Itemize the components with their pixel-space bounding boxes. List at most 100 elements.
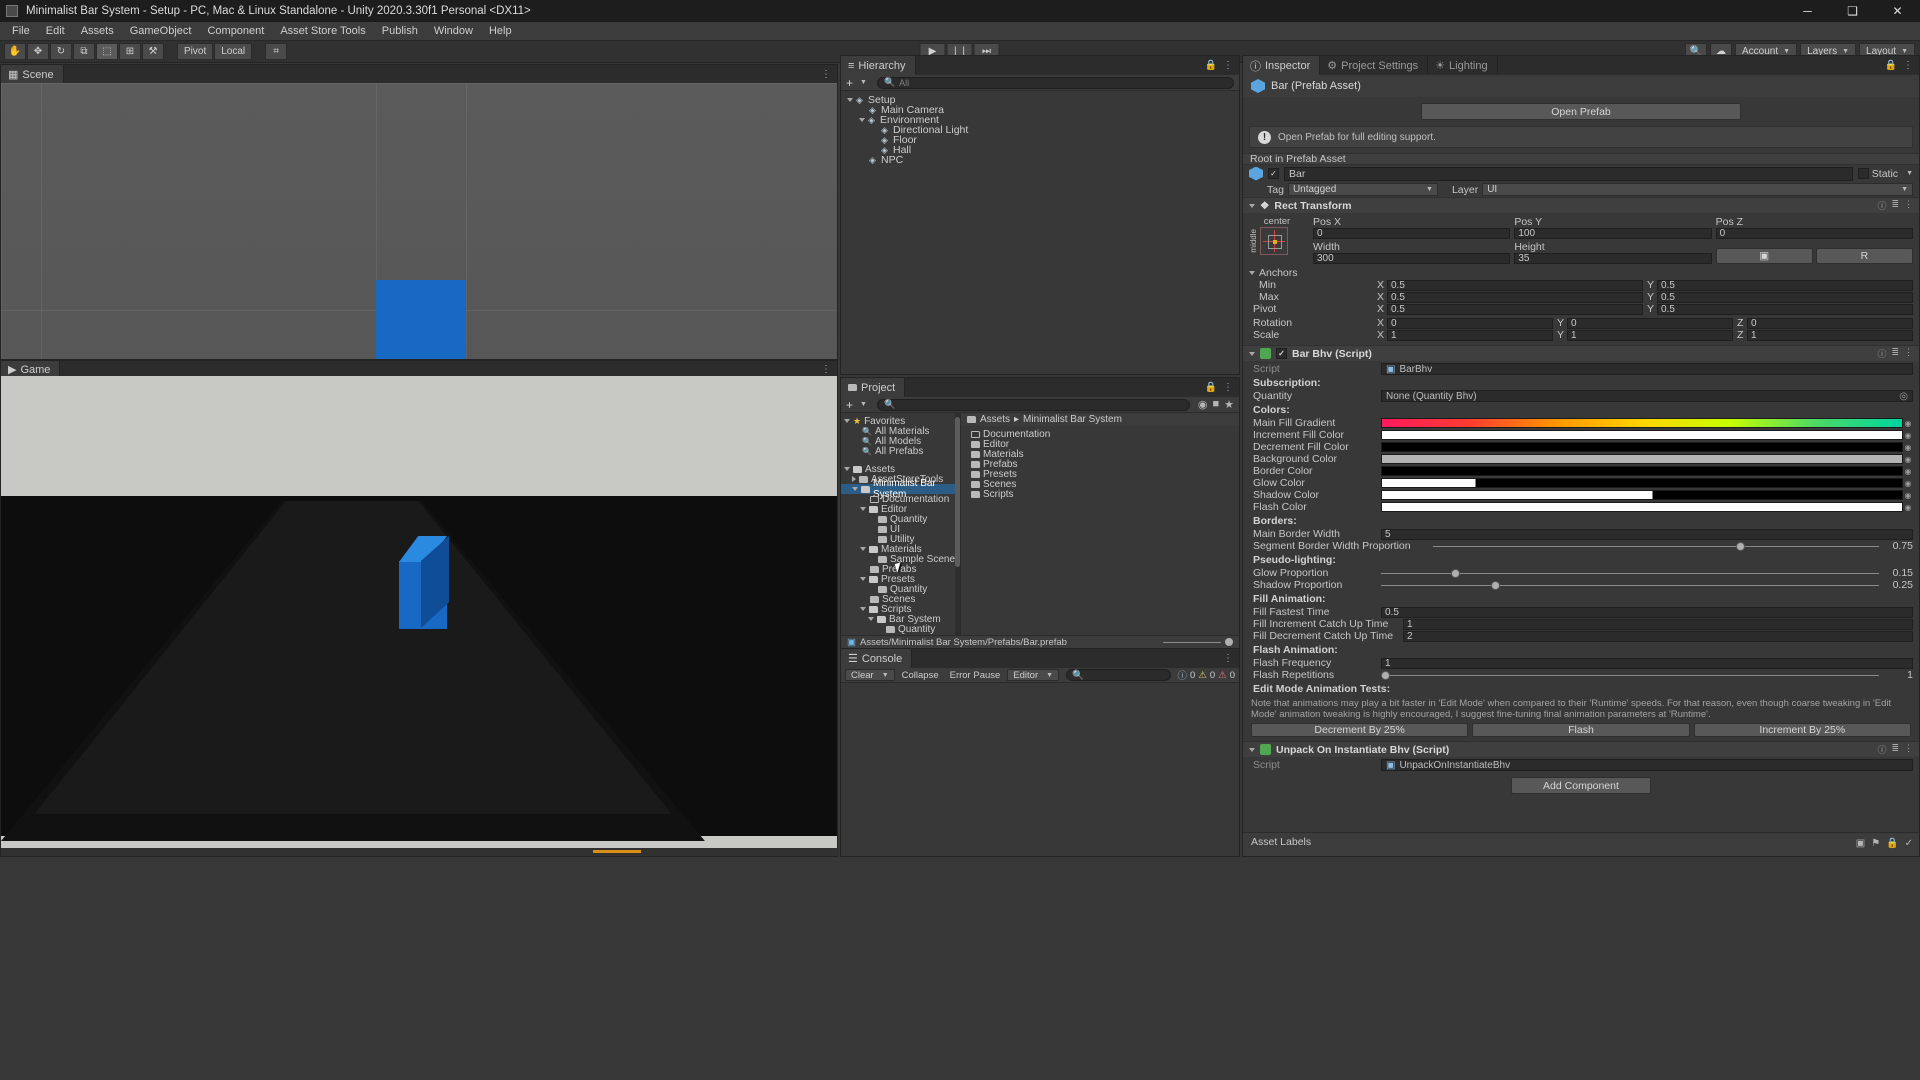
flash-button[interactable]: Flash: [1472, 723, 1690, 737]
project-tree-item-scripts[interactable]: Scripts: [841, 604, 960, 615]
project-content-item-scenes[interactable]: Scenes: [961, 479, 1239, 490]
asset-bundle-icon[interactable]: ▣: [1856, 838, 1865, 849]
scale-y[interactable]: 1: [1567, 329, 1733, 341]
chevron-down-icon[interactable]: [860, 577, 866, 581]
blueprint-mode-button[interactable]: ▣: [1715, 248, 1813, 264]
add-gameobject-button[interactable]: +: [846, 77, 853, 89]
preset-icon[interactable]: ≣: [1891, 347, 1899, 360]
segment-border-slider[interactable]: [1433, 541, 1879, 552]
anchor-max-x[interactable]: 0.5: [1387, 291, 1643, 303]
static-checkbox[interactable]: [1857, 168, 1869, 179]
chevron-down-icon[interactable]: [860, 547, 866, 551]
color-swatch-background-color[interactable]: [1381, 454, 1903, 464]
error-pause-toggle[interactable]: Error Pause: [946, 670, 1005, 681]
project-content-item-prefabs[interactable]: Prefabs: [961, 459, 1239, 470]
project-content-item-documentation[interactable]: Documentation: [961, 429, 1239, 440]
editor-dropdown[interactable]: Editor ▼: [1007, 669, 1060, 681]
color-swatch-flash-color[interactable]: [1381, 502, 1903, 512]
unpack-bhv-header[interactable]: Unpack On Instantiate Bhv (Script) ⓘ ≣ ⋮: [1243, 741, 1919, 757]
menu-item-publish[interactable]: Publish: [374, 22, 426, 41]
rect-tool-icon[interactable]: ⬚: [96, 43, 118, 60]
rotation-y[interactable]: 0: [1567, 317, 1733, 329]
chevron-down-icon[interactable]: [1249, 271, 1255, 275]
tab-scene[interactable]: ▦ Scene: [1, 65, 64, 84]
transform-tool-icon[interactable]: ⊞: [119, 43, 141, 60]
static-toggle[interactable]: Static ▼: [1857, 168, 1913, 180]
width-field[interactable]: 300: [1313, 253, 1511, 264]
anchor-preset-widget[interactable]: center middle: [1249, 216, 1305, 264]
menu-item-component[interactable]: Component: [199, 22, 272, 41]
chevron-down-icon[interactable]: ▼: [860, 79, 867, 86]
project-content-item-editor[interactable]: Editor: [961, 439, 1239, 450]
pivot-toggle[interactable]: Pivot: [177, 43, 214, 60]
color-swatch-increment-fill-color[interactable]: [1381, 430, 1903, 440]
chevron-down-icon[interactable]: [868, 617, 874, 621]
menu-item-gameobject[interactable]: GameObject: [122, 22, 200, 41]
color-swatch-shadow-color[interactable]: [1381, 490, 1903, 500]
project-tree-item-quantity[interactable]: Quantity: [841, 584, 960, 595]
pos-z-field[interactable]: 0: [1715, 228, 1913, 239]
breadcrumb-current[interactable]: Minimalist Bar System: [1023, 414, 1122, 425]
breadcrumb-assets[interactable]: Assets: [980, 414, 1010, 425]
color-picker-icon[interactable]: ◉: [1903, 455, 1913, 464]
project-tree-item-materials[interactable]: Materials: [841, 544, 960, 555]
project-tree-item-minimalist-bar-system[interactable]: Minimalist Bar System: [841, 478, 960, 500]
console-warning-count[interactable]: ⚠ 0: [1198, 670, 1215, 681]
asset-lock-icon[interactable]: 🔒: [1886, 838, 1898, 849]
tab-lighting[interactable]: ☀ Lighting: [1428, 56, 1498, 75]
gameobject-name-field[interactable]: Bar: [1284, 166, 1853, 181]
game-canvas[interactable]: SETUP: [1, 376, 837, 848]
project-content-item-materials[interactable]: Materials: [961, 449, 1239, 460]
chevron-down-icon[interactable]: [1249, 203, 1255, 208]
project-content-item-presets[interactable]: Presets: [961, 469, 1239, 480]
tab-hierarchy[interactable]: ≡ Hierarchy: [841, 56, 916, 75]
rotation-x[interactable]: 0: [1387, 317, 1553, 329]
chevron-down-icon[interactable]: [860, 507, 866, 511]
maximize-button[interactable]: ❑: [1830, 0, 1875, 22]
project-tree-item-utility[interactable]: Utility: [841, 534, 960, 545]
glow-proportion-slider[interactable]: [1381, 568, 1879, 579]
tab-project-settings[interactable]: ⚙ Project Settings: [1320, 56, 1429, 75]
main-border-width-field[interactable]: 5: [1381, 528, 1913, 540]
project-tree-item-scenes[interactable]: Scenes: [841, 594, 960, 605]
project-tab-menu[interactable]: ⋮: [1223, 382, 1233, 393]
tab-console[interactable]: ☰ Console: [841, 649, 913, 668]
tab-inspector[interactable]: ⓘ Inspector: [1243, 56, 1321, 75]
console-error-count[interactable]: ⚠ 0: [1218, 670, 1235, 681]
anchor-min-y[interactable]: 0.5: [1657, 279, 1913, 291]
project-tree-item-all-materials[interactable]: 🔍 All Materials: [841, 426, 960, 437]
project-tree-item-assets[interactable]: Assets: [841, 464, 960, 475]
chevron-down-icon[interactable]: ▼: [860, 401, 867, 408]
tag-dropdown[interactable]: Untagged ▼: [1287, 183, 1438, 196]
menu-item-help[interactable]: Help: [481, 22, 520, 41]
scene-tab-menu[interactable]: ⋮: [821, 69, 837, 80]
project-tree-item-all-models[interactable]: 🔍 All Models: [841, 436, 960, 447]
menu-item-assets[interactable]: Assets: [73, 22, 122, 41]
color-picker-icon[interactable]: ◉: [1903, 467, 1913, 476]
color-picker-icon[interactable]: ◉: [1903, 419, 1913, 428]
custom-tool-icon[interactable]: ⚒: [142, 43, 164, 60]
anchor-min-x[interactable]: 0.5: [1387, 279, 1643, 291]
hierarchy-search-input[interactable]: 🔍 All: [876, 76, 1234, 89]
help-icon[interactable]: ⓘ: [1877, 199, 1886, 212]
chevron-down-icon[interactable]: [1249, 747, 1255, 752]
hierarchy-item-npc[interactable]: ◈ NPC: [841, 154, 1239, 166]
inspector-tab-menu[interactable]: ⋮: [1903, 60, 1913, 71]
color-picker-icon[interactable]: ◉: [1903, 503, 1913, 512]
project-zoom-slider[interactable]: [1163, 638, 1233, 646]
color-swatch-decrement-fill-color[interactable]: [1381, 442, 1903, 452]
chevron-down-icon[interactable]: [847, 98, 853, 102]
project-tree-item-quantity[interactable]: Quantity: [841, 514, 960, 525]
lock-icon[interactable]: 🔒: [1205, 60, 1217, 71]
chevron-down-icon[interactable]: [1249, 351, 1255, 356]
flash-repetitions-slider[interactable]: [1381, 670, 1879, 681]
hierarchy-tab-menu[interactable]: ⋮: [1223, 60, 1233, 71]
menu-item-file[interactable]: File: [4, 22, 38, 41]
project-tree-item-all-prefabs[interactable]: 🔍 All Prefabs: [841, 446, 960, 457]
collapse-toggle[interactable]: Collapse: [898, 670, 943, 681]
clear-button[interactable]: Clear ▼: [845, 669, 895, 681]
decrement-25-button[interactable]: Decrement By 25%: [1251, 723, 1469, 737]
project-tree-item-presets[interactable]: Presets: [841, 574, 960, 585]
asset-check-icon[interactable]: ✓: [1905, 838, 1913, 849]
menu-item-asset-store-tools[interactable]: Asset Store Tools: [272, 22, 373, 41]
